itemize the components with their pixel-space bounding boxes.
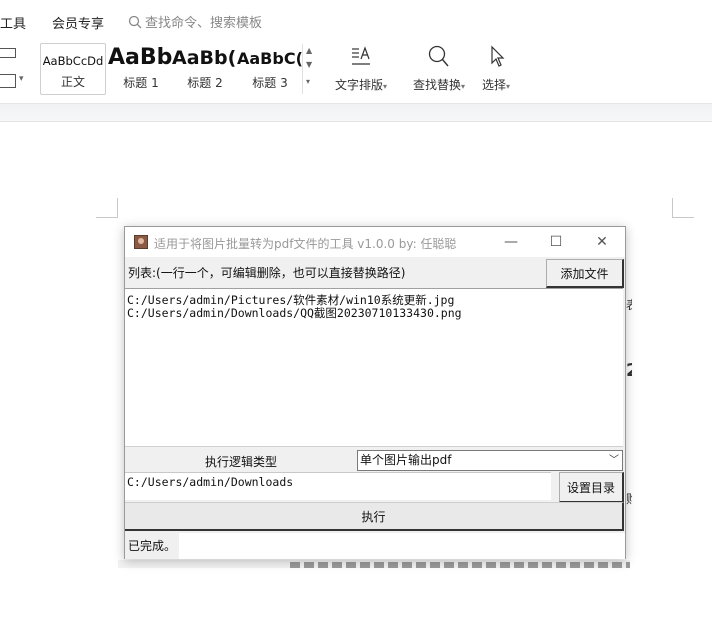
app-icon xyxy=(134,235,148,249)
page-margin-marker xyxy=(672,198,694,218)
list-item[interactable]: C:/Users/admin/Downloads/QQ截图20230710133… xyxy=(127,305,462,321)
table-tools: ▾ xyxy=(0,44,30,96)
style-sample: AaBb( xyxy=(172,47,237,69)
chevron-up-icon[interactable]: ▲ xyxy=(306,46,312,55)
set-dir-button[interactable]: 设置目录 xyxy=(559,472,624,503)
close-icon[interactable]: ✕ xyxy=(593,233,611,251)
document-text-fragment xyxy=(290,562,630,568)
select-label: 选择 xyxy=(481,78,506,92)
chevron-down-icon: ▾ xyxy=(461,82,466,91)
menu-tab-tools[interactable]: 工具 xyxy=(0,13,26,32)
chevron-down-icon[interactable]: ▼ xyxy=(306,60,312,69)
style-sample: AaBbC( xyxy=(237,49,303,68)
maximize-icon[interactable]: ☐ xyxy=(547,233,565,251)
screen: 工具 会员专享 查找命令、搜索模板 ▾ AaBbCcDd 正文 AaBb 标题 … xyxy=(0,0,712,625)
search-icon xyxy=(128,15,142,28)
style-name: 标题 3 xyxy=(252,76,288,90)
select-button[interactable]: 选择▾ xyxy=(476,44,516,96)
expand-gallery-icon[interactable]: ▾ xyxy=(306,77,310,86)
dialog-title: 适用于将图片批量转为pdf文件的工具 v1.0.0 by: 任聪聪 xyxy=(154,237,457,251)
chevron-down-icon[interactable]: ▾ xyxy=(19,74,24,84)
add-file-button[interactable]: 添加文件 xyxy=(546,259,624,288)
chevron-down-icon[interactable]: ﹀ xyxy=(609,451,619,470)
output-dir-field[interactable]: C:/Users/admin/Downloads xyxy=(125,472,551,500)
list-label: 列表:(一行一个，可编辑删除，也可以直接替换路径) xyxy=(128,266,406,280)
find-replace-label: 查找替换 xyxy=(412,78,461,92)
file-list-scrollbar[interactable] xyxy=(613,289,623,446)
minimize-icon[interactable]: — xyxy=(502,233,520,251)
logic-type-select[interactable]: 单个图片输出pdf ﹀ xyxy=(357,450,623,471)
style-heading-3[interactable]: AaBbC( 标题 3 xyxy=(237,43,303,95)
document-text-fragment: 2 xyxy=(626,360,632,378)
style-name: 标题 2 xyxy=(187,76,223,90)
style-sample: AaBbCcDd xyxy=(42,54,104,68)
style-heading-1[interactable]: AaBb 标题 1 xyxy=(108,43,174,95)
style-sample: AaBb xyxy=(108,45,173,70)
style-heading-2[interactable]: AaBb( 标题 2 xyxy=(172,43,238,95)
logic-type-label: 执行逻辑类型 xyxy=(204,455,277,469)
text-layout-icon xyxy=(352,46,370,65)
file-list[interactable]: C:/Users/admin/Pictures/软件素材/win10系统更新.j… xyxy=(125,288,623,447)
status-text: 已完成。 xyxy=(125,533,179,559)
status-bar: 已完成。 xyxy=(125,533,625,559)
style-normal[interactable]: AaBbCcDd 正文 xyxy=(40,43,106,95)
text-layout-button[interactable]: 文字排版▾ xyxy=(330,44,392,96)
search-icon xyxy=(428,45,449,67)
chevron-down-icon: ▾ xyxy=(506,82,511,91)
text-layout-label: 文字排版 xyxy=(334,78,383,92)
find-replace-button[interactable]: 查找替换▾ xyxy=(410,44,468,96)
border-icon[interactable] xyxy=(0,74,16,88)
menu-bar: 工具 会员专享 查找命令、搜索模板 xyxy=(0,0,712,40)
menu-tab-member[interactable]: 会员专享 xyxy=(52,13,104,32)
style-name: 正文 xyxy=(60,75,85,89)
execute-button[interactable]: 执行 xyxy=(125,502,624,531)
chevron-down-icon: ▾ xyxy=(383,82,388,91)
table-icon[interactable] xyxy=(0,48,16,58)
style-name: 标题 1 xyxy=(123,76,159,90)
command-search-placeholder: 查找命令、搜索模板 xyxy=(145,16,263,31)
dialog-titlebar[interactable]: 适用于将图片批量转为pdf文件的工具 v1.0.0 by: 任聪聪 — ☐ ✕ xyxy=(125,227,625,257)
document-text-fragment: 购 xyxy=(626,490,632,507)
style-gallery: AaBbCcDd 正文 AaBb 标题 1 AaBb( 标题 2 AaBbC( … xyxy=(38,43,318,95)
cursor-arrow-icon xyxy=(491,45,505,67)
command-search[interactable]: 查找命令、搜索模板 xyxy=(128,12,262,31)
style-gallery-scroll[interactable]: ▲ ▼ ▾ xyxy=(302,44,316,94)
converter-dialog: 适用于将图片批量转为pdf文件的工具 v1.0.0 by: 任聪聪 — ☐ ✕ … xyxy=(124,226,626,559)
ribbon-bottom-bar xyxy=(0,104,712,122)
logic-type-value: 单个图片输出pdf xyxy=(360,453,452,467)
document-text-fragment: 表 xyxy=(626,296,632,313)
page-margin-marker xyxy=(96,198,118,218)
